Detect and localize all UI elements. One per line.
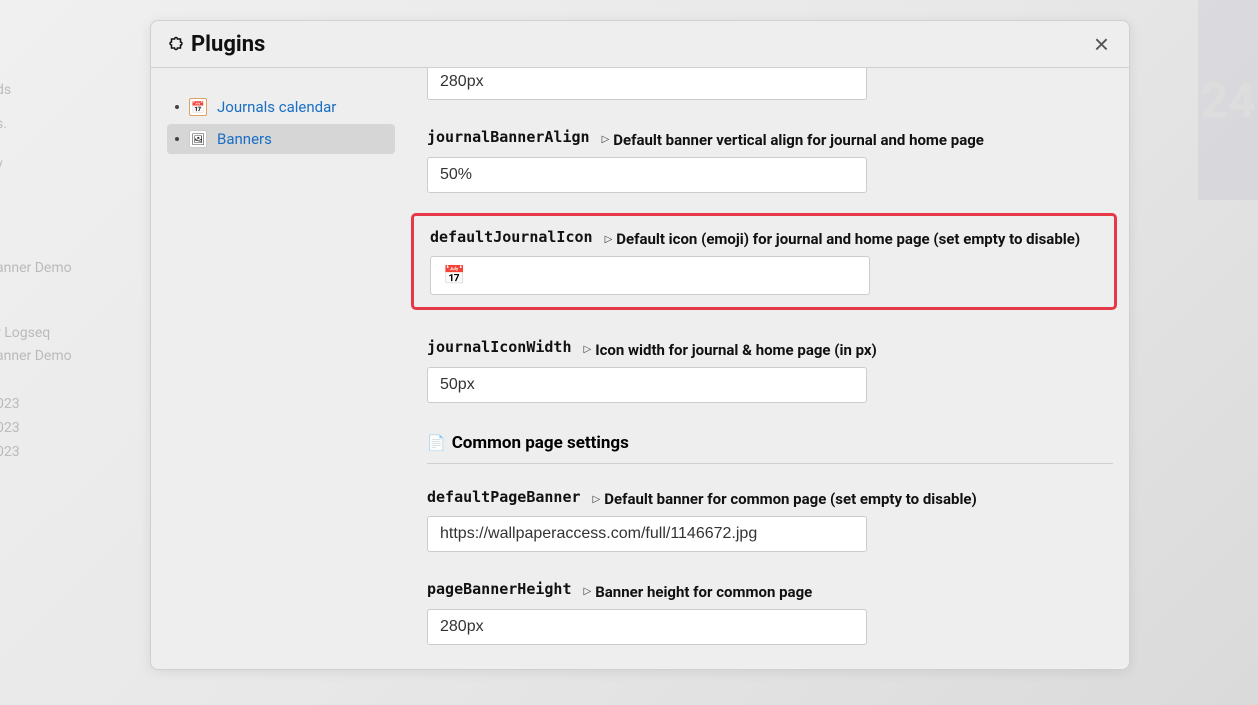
close-icon: ×: [1094, 29, 1109, 59]
caret-icon: ▷: [584, 586, 592, 597]
setting-journal-banner-align: journalBannerAlign ▷ Default banner vert…: [427, 120, 1113, 193]
sidebar-item-label[interactable]: Journals calendar: [217, 98, 336, 116]
bg-decoration: 24: [1198, 0, 1258, 200]
caret-icon: ▷: [584, 344, 592, 355]
setting-description: Default banner for common page (set empt…: [604, 490, 977, 508]
page-icon: 📄: [427, 434, 446, 452]
setting-key: pageBannerHeight: [427, 580, 572, 598]
modal-header: Plugins ×: [151, 21, 1129, 68]
settings-content[interactable]: journalBannerAlign ▷ Default banner vert…: [411, 68, 1129, 669]
setting-header: pageBannerHeight ▷ Banner height for com…: [427, 580, 1113, 601]
caret-icon: ▷: [593, 494, 601, 505]
journal-banner-align-input[interactable]: [427, 157, 867, 193]
setting-default-journal-icon: defaultJournalIcon ▷ Default icon (emoji…: [430, 228, 1098, 296]
puzzle-icon: [167, 35, 185, 53]
plugins-settings-modal: Plugins × 📅 Journals calendar 🖼 Banners: [150, 20, 1130, 670]
banner-height-input[interactable]: [427, 68, 867, 100]
modal-title: Plugins: [167, 32, 265, 57]
modal-title-text: Plugins: [191, 32, 265, 57]
setting-description: Banner height for common page: [595, 583, 812, 601]
setting-page-banner-align: pageBannerAlign ▷ Default banner vertica…: [427, 665, 1113, 670]
setting-description: Default icon (emoji) for journal and hom…: [616, 230, 1080, 248]
banners-plugin-icon: 🖼: [189, 130, 207, 148]
caret-icon: ▷: [605, 234, 613, 245]
bg-text: s.: [0, 116, 7, 132]
sidebar-item-label[interactable]: Banners: [217, 130, 272, 148]
modal-body: 📅 Journals calendar 🖼 Banners journalBan…: [151, 68, 1129, 669]
setting-header: defaultPageBanner ▷ Default banner for c…: [427, 488, 1113, 509]
default-journal-icon-input[interactable]: [430, 256, 870, 295]
section-title: Common page settings: [452, 433, 629, 453]
setting-description: Icon width for journal & home page (in p…: [595, 341, 877, 359]
default-page-banner-input[interactable]: [427, 516, 867, 552]
calendar-plugin-icon: 📅: [189, 98, 207, 116]
bg-text: 023: [0, 396, 20, 412]
setting-journal-icon-width: journalIconWidth ▷ Icon width for journa…: [427, 330, 1113, 403]
setting-key: journalIconWidth: [427, 338, 572, 356]
highlighted-setting: defaultJournalIcon ▷ Default icon (emoji…: [411, 213, 1117, 311]
bg-text: r Logseq: [0, 325, 50, 341]
sidebar-item-banners[interactable]: 🖼 Banners: [167, 124, 395, 154]
section-common-page-settings: 📄 Common page settings: [427, 423, 1113, 464]
bg-text: ds: [0, 82, 11, 98]
bg-text: 023: [0, 444, 20, 460]
setting-banner-height: [427, 68, 1113, 100]
sidebar-item-journals-calendar[interactable]: 📅 Journals calendar: [167, 92, 395, 122]
setting-header: journalIconWidth ▷ Icon width for journa…: [427, 338, 1113, 359]
bg-text: 023: [0, 420, 20, 436]
close-button[interactable]: ×: [1090, 31, 1113, 57]
setting-header: journalBannerAlign ▷ Default banner vert…: [427, 128, 1113, 149]
bg-text: v: [0, 156, 3, 172]
page-banner-height-input[interactable]: [427, 609, 867, 645]
bg-text: anner Demo: [0, 348, 72, 364]
bullet-icon: [175, 105, 179, 109]
setting-header: defaultJournalIcon ▷ Default icon (emoji…: [430, 228, 1098, 249]
setting-default-page-banner: defaultPageBanner ▷ Default banner for c…: [427, 480, 1113, 553]
setting-key: defaultJournalIcon: [430, 228, 593, 246]
caret-icon: ▷: [602, 134, 610, 145]
journal-icon-width-input[interactable]: [427, 367, 867, 403]
setting-key: defaultPageBanner: [427, 488, 581, 506]
bullet-icon: [175, 137, 179, 141]
plugin-sidebar: 📅 Journals calendar 🖼 Banners: [151, 68, 411, 669]
setting-description: Default banner vertical align for journa…: [613, 131, 984, 149]
setting-page-banner-height: pageBannerHeight ▷ Banner height for com…: [427, 572, 1113, 645]
setting-key: journalBannerAlign: [427, 128, 590, 146]
bg-text: anner Demo: [0, 260, 72, 276]
